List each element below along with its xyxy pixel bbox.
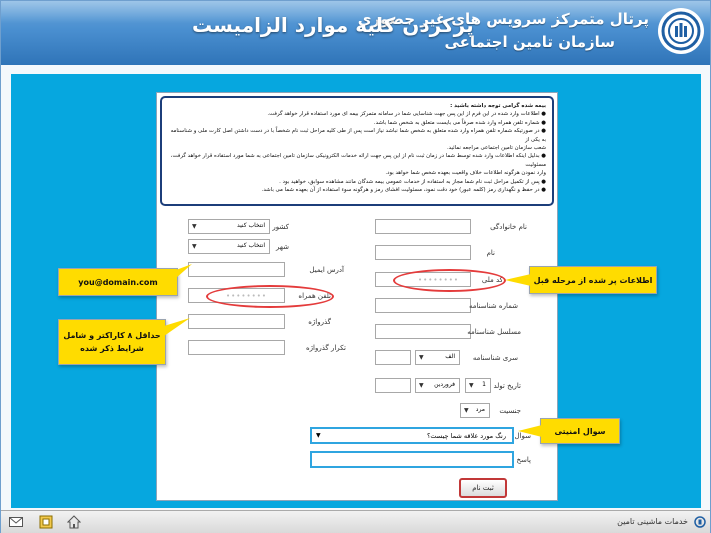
email-example-callout: you@domain.com [58, 268, 178, 296]
id-series-label: سری شناسنامه [472, 354, 518, 362]
email-input[interactable] [188, 262, 285, 277]
chevron-down-icon: ▼ [469, 382, 474, 389]
chevron-down-icon: ▼ [419, 382, 424, 389]
mobile-highlight [206, 285, 334, 308]
security-question-callout: سوال امنیتی [540, 418, 620, 444]
repeat-password-label: تکرار گذرواژه [306, 344, 346, 352]
repeat-password-input[interactable] [188, 340, 285, 355]
email-callout-pointer [176, 264, 192, 278]
id-number-label: شماره شناسنامه [468, 302, 518, 310]
password-hint-callout: حداقل ۸ کاراکتر و شامل شرایط ذکر شده [58, 319, 166, 365]
first-name-label: نام [486, 249, 495, 257]
notice-line: ● پس از تکمیل مراحل ثبت نام شما مجاز به … [279, 178, 546, 185]
prefilled-callout-pointer [505, 274, 531, 286]
birth-month-select[interactable]: ▼ فروردین [415, 378, 460, 393]
security-question-value: رنگ مورد علاقه شما چیست؟ [426, 432, 506, 440]
birth-day-value: 1 [482, 381, 486, 388]
social-security-logo-icon [658, 8, 704, 54]
page-title: پرکردن کلیه موارد الزامیست [192, 13, 474, 37]
notice-line: شعب سازمان تامین اجتماعی مراجعه نمائید. [446, 145, 546, 152]
id-series-value: الف [445, 353, 455, 360]
notice-box: بیمه شده گرامی توجه داشته باشید : ● اطلا… [160, 96, 554, 206]
mail-icon[interactable] [9, 515, 23, 529]
home-icon[interactable] [67, 515, 81, 529]
birth-day-select[interactable]: ▼ 1 [465, 378, 491, 393]
id-series-select[interactable]: ▼ الف [415, 350, 460, 365]
password-hint-line-2: شرایط ذکر شده [80, 344, 144, 353]
notice-line: ● بدلیل اینکه اطلاعات وارد شده توسط شما … [170, 153, 546, 168]
city-select[interactable]: ▼ انتخاب کنید [188, 239, 270, 254]
first-name-input[interactable] [375, 245, 471, 260]
id-number-input[interactable] [375, 298, 471, 313]
country-select[interactable]: ▼ انتخاب کنید [188, 219, 270, 234]
security-callout-pointer [518, 425, 542, 437]
notice-heading: بیمه شده گرامی توجه داشته باشید : [450, 103, 546, 109]
notice-line: ● شماره تلفن همراه وارد شده صرفاً می بای… [373, 119, 546, 126]
chevron-down-icon: ▼ [192, 223, 197, 230]
security-answer-input[interactable] [310, 451, 514, 468]
notice-line: ● در صورتیکه شماره تلفن همراه وارد شده م… [170, 128, 546, 143]
password-input[interactable] [188, 314, 285, 329]
birth-date-label: تاریخ تولد [493, 382, 521, 390]
city-value: انتخاب کنید [236, 242, 265, 249]
gender-value: مرد [475, 406, 485, 413]
calendar-icon[interactable] [39, 515, 53, 529]
country-value: انتخاب کنید [236, 222, 265, 229]
country-label: کشور [272, 223, 289, 231]
tamin-logo-icon [693, 515, 707, 529]
gender-select[interactable]: ▼ مرد [460, 403, 490, 418]
notice-line: وارد نمودن هرگونه اطلاعات خلاف واقعیت بع… [385, 170, 546, 177]
prefilled-callout: اطلاعات پر شده از مرحله قبل [529, 266, 657, 294]
chevron-down-icon: ▼ [316, 432, 321, 439]
id-serial-input[interactable] [375, 324, 471, 339]
email-label: آدرس ایمیل [309, 266, 344, 274]
last-name-label: نام خانوادگی [490, 223, 527, 231]
id-series-number-input[interactable] [375, 350, 411, 365]
password-hint-line-1: حداقل ۸ کاراکتر و شامل [63, 331, 161, 340]
birth-month-value: فروردین [434, 381, 455, 388]
last-name-input[interactable] [375, 219, 471, 234]
password-callout-pointer [164, 318, 190, 336]
prefilled-highlight [393, 269, 506, 292]
chevron-down-icon: ▼ [419, 354, 424, 361]
notice-line: ● اطلاعات وارد شده در این فرم از این پس … [267, 111, 546, 118]
city-label: شهر [276, 243, 289, 251]
status-bar: خدمات ماشینی تامین [1, 510, 710, 533]
birth-year-input[interactable] [375, 378, 411, 393]
chevron-down-icon: ▼ [464, 407, 469, 414]
id-serial-label: مسلسل شناسنامه [467, 328, 521, 336]
notice-line: ● در حفظ و نگهداری رمز (کلمه عبور) خود د… [261, 187, 546, 194]
password-label: گذرواژه [308, 318, 331, 326]
security-question-select[interactable]: ▼ رنگ مورد علاقه شما چیست؟ [310, 427, 514, 444]
chevron-down-icon: ▼ [192, 243, 197, 250]
gender-label: جنسیت [499, 407, 521, 415]
security-answer-label: پاسخ [516, 456, 531, 464]
footer-service-label: خدمات ماشینی تامین [617, 517, 688, 526]
register-button[interactable]: ثبت نام [459, 478, 507, 498]
